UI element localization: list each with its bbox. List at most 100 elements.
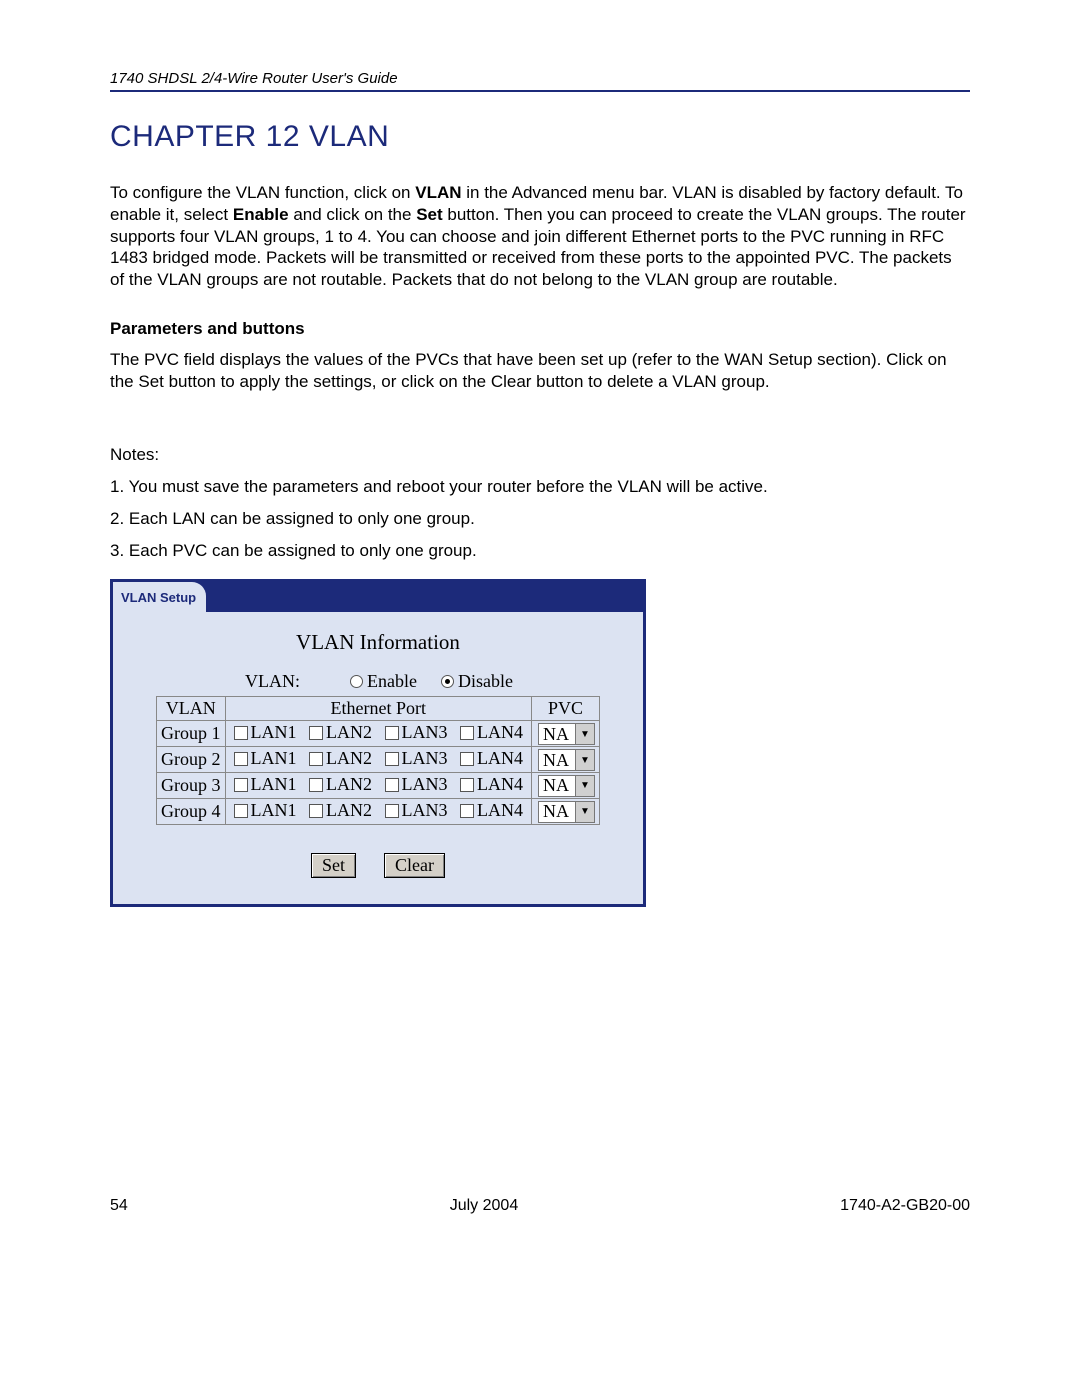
radio-enable-label: Enable (367, 671, 417, 692)
page-number: 54 (110, 1197, 128, 1215)
lan-label: LAN3 (402, 774, 448, 795)
lan-label: LAN3 (402, 800, 448, 821)
checkbox-icon (460, 804, 474, 818)
note-1: 1. You must save the parameters and rebo… (110, 476, 970, 498)
chevron-down-icon: ▼ (575, 750, 594, 770)
checkbox-icon (385, 804, 399, 818)
lan-checkbox[interactable]: LAN3 (385, 774, 448, 795)
notes-label: Notes: (110, 444, 970, 466)
clear-button[interactable]: Clear (384, 853, 445, 878)
panel-title: VLAN Information (135, 630, 621, 655)
lan-checkbox[interactable]: LAN2 (309, 774, 372, 795)
checkbox-icon (385, 752, 399, 766)
radio-disable[interactable]: Disable (441, 671, 513, 692)
pvc-value: NA (539, 776, 575, 796)
lan-checkbox[interactable]: LAN4 (460, 774, 523, 795)
table-header-row: VLAN Ethernet Port PVC (157, 697, 600, 721)
group-name: Group 2 (157, 747, 226, 773)
lan-label: LAN2 (326, 800, 372, 821)
vlan-setup-panel: VLAN Setup VLAN Information VLAN: Enable… (110, 579, 646, 907)
note-3: 3. Each PVC can be assigned to only one … (110, 540, 970, 562)
checkbox-icon (234, 804, 248, 818)
chevron-down-icon: ▼ (575, 724, 594, 744)
radio-disable-label: Disable (458, 671, 513, 692)
lan-label: LAN2 (326, 774, 372, 795)
checkbox-icon (309, 804, 323, 818)
lan-label: LAN1 (251, 774, 297, 795)
lan-label: LAN1 (251, 800, 297, 821)
lan-label: LAN1 (251, 748, 297, 769)
lan-checkbox[interactable]: LAN1 (234, 800, 297, 821)
pvc-cell: NA ▼ (532, 747, 600, 773)
chevron-down-icon: ▼ (575, 776, 594, 796)
lan-label: LAN1 (251, 722, 297, 743)
table-row: Group 2 LAN1 LAN2 LAN3 LAN4 NA ▼ (157, 747, 600, 773)
checkbox-icon (460, 752, 474, 766)
set-button[interactable]: Set (311, 853, 356, 878)
lan-checkbox[interactable]: LAN4 (460, 722, 523, 743)
pvc-value: NA (539, 750, 575, 770)
lan-cells: LAN1 LAN2 LAN3 LAN4 (225, 747, 532, 773)
col-pvc: PVC (532, 697, 600, 721)
lan-checkbox[interactable]: LAN2 (309, 748, 372, 769)
intro-paragraph: To configure the VLAN function, click on… (110, 182, 970, 291)
pvc-select[interactable]: NA ▼ (538, 723, 595, 745)
lan-checkbox[interactable]: LAN4 (460, 748, 523, 769)
vlan-radio-label: VLAN: (245, 671, 300, 692)
chevron-down-icon: ▼ (575, 802, 594, 822)
t: and click on the (289, 205, 417, 224)
checkbox-icon (234, 778, 248, 792)
radio-dot-icon (441, 675, 454, 688)
lan-label: LAN4 (477, 774, 523, 795)
vlan-enable-row: VLAN: Enable Disable (135, 671, 621, 692)
checkbox-icon (385, 726, 399, 740)
table-row: Group 4 LAN1 LAN2 LAN3 LAN4 NA ▼ (157, 798, 600, 824)
pvc-select[interactable]: NA ▼ (538, 775, 595, 797)
lan-checkbox[interactable]: LAN3 (385, 800, 448, 821)
lan-checkbox[interactable]: LAN2 (309, 800, 372, 821)
table-row: Group 1 LAN1 LAN2 LAN3 LAN4 NA ▼ (157, 721, 600, 747)
pvc-select[interactable]: NA ▼ (538, 749, 595, 771)
radio-dot-icon (350, 675, 363, 688)
t: Enable (233, 205, 289, 224)
checkbox-icon (309, 778, 323, 792)
checkbox-icon (309, 752, 323, 766)
params-heading: Parameters and buttons (110, 319, 970, 339)
group-name: Group 1 (157, 721, 226, 747)
params-text: The PVC field displays the values of the… (110, 349, 970, 393)
lan-checkbox[interactable]: LAN3 (385, 722, 448, 743)
lan-cells: LAN1 LAN2 LAN3 LAN4 (225, 721, 532, 747)
lan-label: LAN4 (477, 748, 523, 769)
vlan-table: VLAN Ethernet Port PVC Group 1 LAN1 LAN2… (156, 696, 600, 825)
lan-checkbox[interactable]: LAN1 (234, 774, 297, 795)
footer-docid: 1740-A2-GB20-00 (840, 1197, 970, 1215)
footer-date: July 2004 (450, 1197, 519, 1215)
radio-enable[interactable]: Enable (350, 671, 417, 692)
checkbox-icon (460, 778, 474, 792)
t: VLAN (415, 183, 461, 202)
col-eth: Ethernet Port (225, 697, 532, 721)
checkbox-icon (309, 726, 323, 740)
lan-checkbox[interactable]: LAN2 (309, 722, 372, 743)
pvc-cell: NA ▼ (532, 721, 600, 747)
lan-label: LAN4 (477, 722, 523, 743)
lan-checkbox[interactable]: LAN1 (234, 748, 297, 769)
lan-label: LAN4 (477, 800, 523, 821)
checkbox-icon (234, 726, 248, 740)
pvc-value: NA (539, 724, 575, 744)
pvc-cell: NA ▼ (532, 798, 600, 824)
lan-label: LAN2 (326, 722, 372, 743)
lan-checkbox[interactable]: LAN3 (385, 748, 448, 769)
note-2: 2. Each LAN can be assigned to only one … (110, 508, 970, 530)
pvc-cell: NA ▼ (532, 773, 600, 799)
lan-label: LAN2 (326, 748, 372, 769)
checkbox-icon (385, 778, 399, 792)
lan-cells: LAN1 LAN2 LAN3 LAN4 (225, 773, 532, 799)
lan-checkbox[interactable]: LAN4 (460, 800, 523, 821)
checkbox-icon (234, 752, 248, 766)
panel-tab[interactable]: VLAN Setup (113, 582, 206, 612)
pvc-select[interactable]: NA ▼ (538, 801, 595, 823)
chapter-title: CHAPTER 12 VLAN (110, 120, 970, 154)
group-name: Group 3 (157, 773, 226, 799)
lan-checkbox[interactable]: LAN1 (234, 722, 297, 743)
